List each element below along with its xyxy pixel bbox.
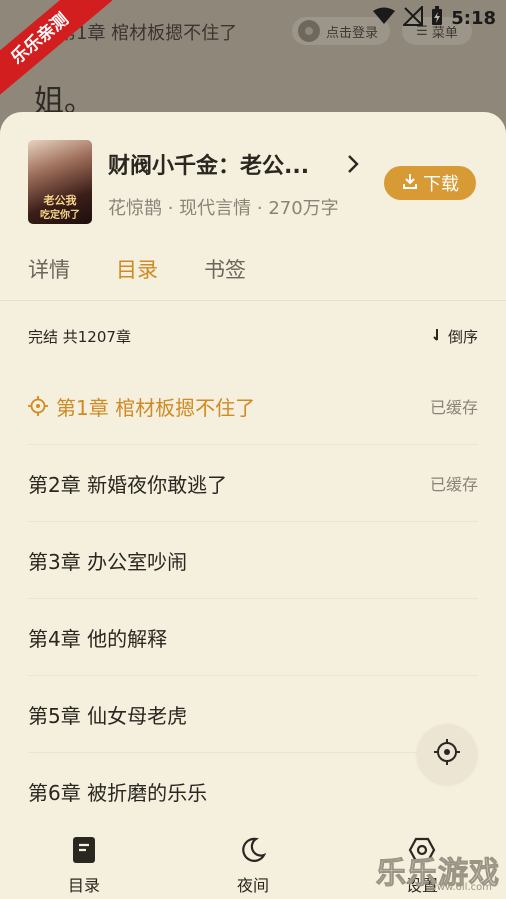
chapter-title: 第4章 他的解释 <box>28 626 168 651</box>
moon-icon <box>213 834 293 866</box>
nav-night-mode[interactable]: 夜间 <box>213 834 293 896</box>
wifi-icon <box>373 7 396 29</box>
chapter-item-1[interactable]: 第1章 棺材板摁不住了 已缓存 <box>28 368 478 445</box>
download-icon <box>401 172 419 195</box>
download-button[interactable]: 下载 <box>384 166 476 200</box>
sort-button[interactable]: 倒序 <box>432 326 478 347</box>
chapter-title: 第1章 棺材板摁不住了 <box>56 395 256 420</box>
tab-catalog[interactable]: 目录 <box>116 254 158 284</box>
catalog-sheet: 老公我 吃定你了 财阀小千金：老公... 花惊鹊 · 现代言情 · 270万字 … <box>0 112 506 899</box>
current-location-icon <box>28 396 48 416</box>
locate-current-chapter-button[interactable] <box>417 724 477 784</box>
chapter-item-5[interactable]: 第5章 仙女母老虎 <box>28 676 478 753</box>
nav-catalog-label: 目录 <box>67 876 100 895</box>
nav-catalog[interactable]: 目录 <box>44 834 124 896</box>
chapter-title: 第2章 新婚夜你敢逃了 <box>28 472 228 497</box>
catalog-summary-row: 完结 共1207章 倒序 <box>28 326 478 346</box>
book-meta: 花惊鹊 · 现代言情 · 270万字 <box>108 198 339 219</box>
download-label: 下载 <box>423 174 459 195</box>
book-title[interactable]: 财阀小千金：老公... <box>108 148 344 180</box>
no-signal-icon <box>401 4 424 30</box>
tab-details[interactable]: 详情 <box>28 254 70 284</box>
chapter-list: 第1章 棺材板摁不住了 已缓存 第2章 新婚夜你敢逃了 已缓存 第3章 办公室吵… <box>28 368 478 829</box>
sort-arrow-icon <box>432 328 442 346</box>
chapter-item-3[interactable]: 第3章 办公室吵闹 <box>28 522 478 599</box>
catalog-summary: 完结 共1207章 <box>28 328 131 346</box>
chapter-item-6[interactable]: 第6章 被折磨的乐乐 <box>28 753 478 829</box>
sort-label: 倒序 <box>447 328 478 346</box>
chevron-right-icon[interactable] <box>346 154 360 178</box>
chapter-title: 第6章 被折磨的乐乐 <box>28 780 208 805</box>
tab-bar: 详情 目录 书签 <box>28 254 246 284</box>
chapter-item-4[interactable]: 第4章 他的解释 <box>28 599 478 676</box>
nav-night-label: 夜间 <box>236 876 269 895</box>
battery-charging-icon <box>431 6 443 30</box>
divider <box>0 300 506 301</box>
chapter-title: 第5章 仙女母老虎 <box>28 703 188 728</box>
chapter-item-2[interactable]: 第2章 新婚夜你敢逃了 已缓存 <box>28 445 478 522</box>
chapter-cache-status: 已缓存 <box>429 398 478 417</box>
crosshair-icon <box>433 738 461 770</box>
book-icon <box>44 834 124 866</box>
chapter-title: 第3章 办公室吵闹 <box>28 549 188 574</box>
status-time: 5:18 <box>451 7 496 29</box>
cover-title-line2: 吃定你了 <box>40 210 80 221</box>
watermark-url: www.6ll.com <box>428 882 492 893</box>
chapter-cache-status: 已缓存 <box>429 475 478 494</box>
book-cover[interactable]: 老公我 吃定你了 <box>28 140 92 224</box>
tab-bookmarks[interactable]: 书签 <box>204 254 246 284</box>
